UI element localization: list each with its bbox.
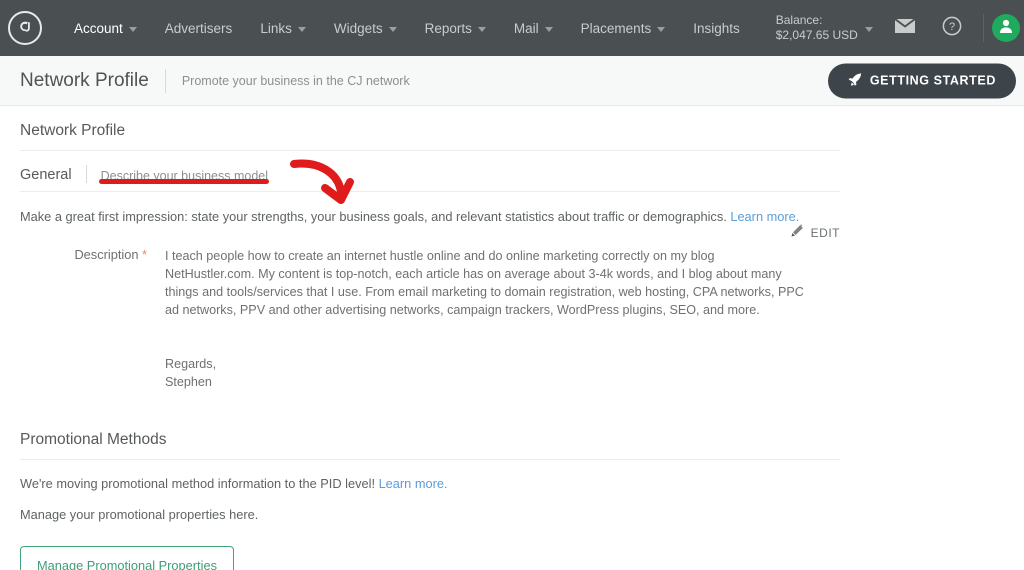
nav-item-widgets[interactable]: Widgets	[320, 0, 411, 56]
signature-line-2: Stephen	[165, 375, 212, 389]
topnav-right-group: ?	[881, 0, 1024, 56]
description-text: I teach people how to create an internet…	[165, 249, 804, 317]
nav-items: Account Advertisers Links Widgets Report…	[60, 0, 754, 56]
promotional-notice-text: We're moving promotional method informat…	[20, 476, 379, 491]
nav-item-placements[interactable]: Placements	[567, 0, 680, 56]
description-signature: Regards, Stephen	[165, 355, 805, 391]
account-menu-button[interactable]	[1020, 25, 1024, 32]
nav-item-label: Links	[260, 20, 292, 36]
profile-tabs: General Describe your business model	[20, 151, 840, 192]
chevron-down-icon	[544, 26, 553, 32]
nav-item-reports[interactable]: Reports	[411, 0, 500, 56]
page-root: Account Advertisers Links Widgets Report…	[0, 0, 1024, 570]
chevron-down-icon	[864, 26, 873, 32]
intro-text: Make a great first impression: state you…	[20, 209, 731, 224]
nav-item-label: Widgets	[333, 20, 383, 36]
chevron-down-icon	[128, 26, 137, 32]
manage-promotional-properties-button[interactable]: Manage Promotional Properties	[20, 546, 234, 570]
mail-button[interactable]	[881, 17, 929, 39]
main-content: Network Profile EDIT General Describe yo…	[0, 106, 1024, 570]
topnav-divider	[982, 14, 984, 42]
nav-item-insights[interactable]: Insights	[679, 0, 754, 56]
nav-item-label: Account	[74, 20, 123, 36]
page-title: Network Profile	[20, 69, 149, 91]
description-value: I teach people how to create an internet…	[165, 247, 805, 391]
section-title-promotional-methods: Promotional Methods	[20, 413, 840, 460]
tab-general[interactable]: General	[20, 167, 86, 183]
promotional-manage-text: Manage your promotional properties here.	[20, 507, 259, 522]
section-title-network-profile: Network Profile	[20, 106, 840, 151]
intro-learn-more-link[interactable]: Learn more.	[730, 209, 799, 224]
top-navigation-bar: Account Advertisers Links Widgets Report…	[0, 0, 1024, 56]
description-label-text: Description	[74, 247, 139, 262]
description-row: Description * I teach people how to crea…	[20, 225, 1024, 391]
chevron-down-icon	[388, 26, 397, 32]
envelope-icon	[894, 17, 916, 39]
rocket-icon	[848, 72, 862, 89]
description-label: Description *	[20, 247, 165, 391]
edit-label: EDIT	[810, 225, 840, 240]
cj-logo-link[interactable]	[8, 11, 42, 45]
nav-item-advertisers[interactable]: Advertisers	[151, 0, 247, 56]
balance-menu[interactable]: Balance: $2,047.65 USD	[754, 13, 881, 43]
tab-describe-your-business-model[interactable]: Describe your business model	[87, 169, 268, 183]
signature-line-1: Regards,	[165, 357, 217, 371]
getting-started-label: GETTING STARTED	[869, 73, 996, 88]
nav-item-label: Advertisers	[164, 20, 233, 36]
chevron-down-icon	[657, 26, 666, 32]
chevron-down-icon	[477, 26, 486, 32]
required-asterisk: *	[142, 247, 147, 262]
intro-paragraph: Make a great first impression: state you…	[20, 192, 840, 225]
user-avatar-icon	[998, 18, 1014, 39]
nav-item-label: Reports	[424, 20, 472, 36]
nav-item-links[interactable]: Links	[246, 0, 320, 56]
promotional-learn-more-link[interactable]: Learn more.	[379, 476, 448, 491]
page-subtitle: Promote your business in the CJ network	[181, 73, 410, 88]
pencil-icon	[790, 224, 804, 241]
question-mark-icon: ?	[942, 16, 962, 41]
balance-value: $2,047.65 USD	[775, 28, 858, 42]
nav-item-label: Insights	[693, 20, 740, 36]
help-button[interactable]: ?	[929, 16, 975, 41]
edit-button[interactable]: EDIT	[790, 224, 840, 241]
chevron-down-icon	[297, 26, 306, 32]
page-title-bar: Network Profile Promote your business in…	[0, 56, 1024, 106]
nav-item-account[interactable]: Account	[60, 0, 151, 56]
getting-started-button[interactable]: GETTING STARTED	[827, 63, 1016, 98]
svg-text:?: ?	[949, 21, 955, 33]
nav-item-mail[interactable]: Mail	[500, 0, 567, 56]
nav-item-label: Mail	[513, 20, 539, 36]
balance-label: Balance:	[775, 13, 823, 27]
nav-item-label: Placements	[580, 20, 652, 36]
promotional-notice: We're moving promotional method informat…	[20, 460, 1024, 491]
cj-logo-icon	[8, 11, 42, 45]
avatar[interactable]	[991, 14, 1020, 42]
title-divider	[164, 68, 166, 93]
